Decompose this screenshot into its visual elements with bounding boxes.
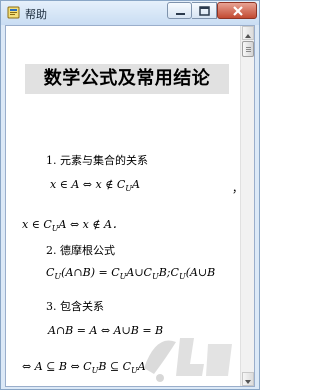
section1-comma: ， — [232, 180, 240, 196]
help-book-icon — [7, 6, 20, 19]
window-title: 帮助 — [25, 8, 47, 21]
help-content-frame: 数学公式及常用结论 1. 元素与集合的关系 x ∈ A ⇔ x ∉ CUA ， … — [5, 25, 255, 387]
section3-formula2: ⇔ A ⊆ B ⇔ CUB ⊆ CUA — [22, 360, 146, 376]
title-bar[interactable]: 帮助 — [1, 1, 259, 25]
watermark-logo-icon — [144, 338, 232, 382]
scroll-down-arrow-icon — [245, 380, 251, 384]
document-view[interactable]: 数学公式及常用结论 1. 元素与集合的关系 x ∈ A ⇔ x ∉ CUA ， … — [6, 26, 240, 386]
help-window: 帮助 数学公式及常用结论 1. 元素与集合的关系 x ∈ A ⇔ x ∉ CUA… — [0, 0, 260, 390]
scrollbar-thumb[interactable] — [242, 41, 254, 57]
document-title: 数学公式及常用结论 — [25, 64, 229, 94]
section3-heading: 3. 包含关系 — [46, 300, 104, 313]
vertical-scrollbar[interactable] — [240, 26, 254, 386]
maximize-icon — [199, 6, 210, 16]
section2-heading: 2. 德摩根公式 — [46, 244, 115, 257]
minimize-button[interactable] — [167, 2, 192, 19]
section1-formula2: x ∈ CUA ⇔ x ∉ A． — [22, 218, 123, 234]
section1-heading: 1. 元素与集合的关系 — [46, 154, 148, 167]
scroll-down-button[interactable] — [242, 372, 254, 386]
maximize-button[interactable] — [192, 2, 217, 19]
section1-formula1: x ∈ A ⇔ x ∉ CUA — [50, 178, 140, 194]
minimize-icon — [176, 13, 185, 15]
close-icon — [233, 6, 243, 16]
section2-formula: CU(A∩B) = CUA∪CUB;CU(A∪B — [46, 266, 216, 282]
close-button[interactable] — [217, 2, 257, 19]
scroll-up-button[interactable] — [242, 26, 254, 40]
